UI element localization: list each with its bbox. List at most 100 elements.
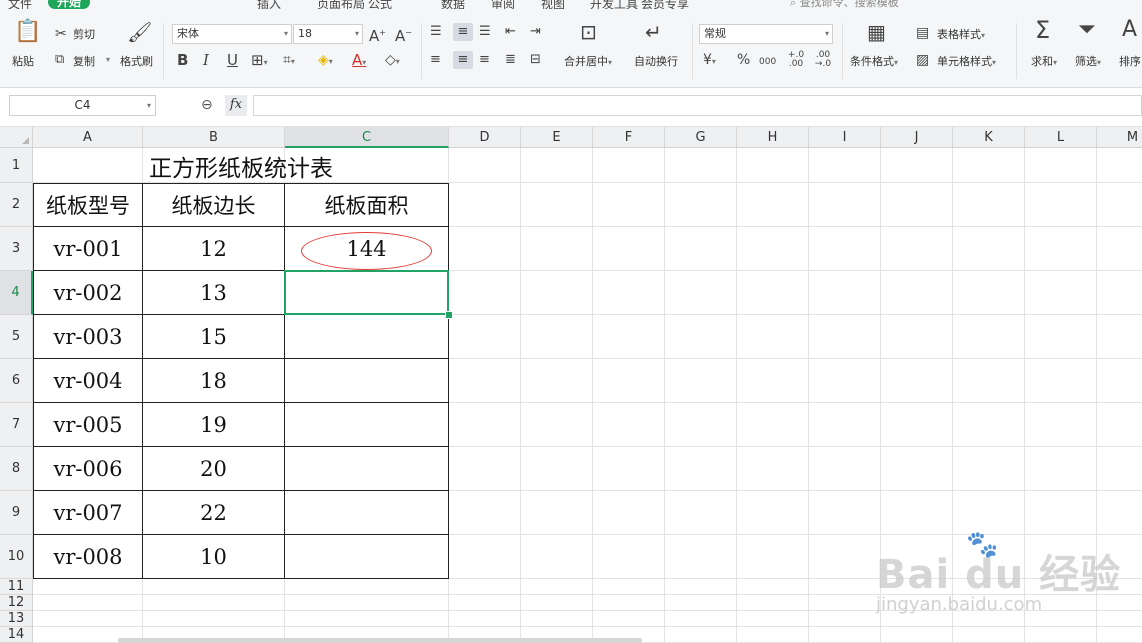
paste-icon[interactable]: 📋 — [14, 21, 42, 51]
table-style-icon[interactable]: ▤ — [916, 24, 929, 42]
decrease-decimal-button[interactable]: .00 →.0 — [812, 51, 834, 69]
table-cell[interactable]: 15 — [143, 315, 285, 359]
decrease-indent-icon[interactable]: ⇤ — [505, 23, 516, 41]
conditional-format-icon[interactable]: ▦ — [867, 22, 886, 42]
table-cell[interactable]: 22 — [143, 491, 285, 535]
row-header[interactable]: 4 — [0, 271, 33, 315]
align-center-icon[interactable]: ≡ — [453, 51, 473, 69]
table-cell[interactable] — [285, 447, 449, 491]
row-header[interactable]: 8 — [0, 447, 33, 491]
chevron-down-icon[interactable]: ▾ — [106, 55, 110, 64]
format-painter-icon[interactable]: 🖌 — [127, 22, 152, 42]
align-right-icon[interactable]: ≡ — [479, 51, 490, 69]
row-header[interactable]: 13 — [0, 611, 33, 627]
table-cell[interactable]: vr-007 — [33, 491, 143, 535]
number-format-select[interactable]: 常规 ▾ — [699, 24, 833, 44]
cell-style-button[interactable]: 单元格样式▾ — [937, 53, 996, 69]
column-header[interactable]: M — [1097, 127, 1142, 148]
row-header[interactable]: 11 — [0, 579, 33, 595]
scissors-icon[interactable]: ✂ — [55, 25, 67, 43]
align-middle-icon[interactable]: ≡ — [453, 23, 473, 41]
table-cell[interactable]: 18 — [143, 359, 285, 403]
row-header[interactable]: 6 — [0, 359, 33, 403]
column-header[interactable]: B — [143, 127, 285, 148]
increase-font-icon[interactable]: A+ — [369, 24, 386, 45]
table-cell[interactable] — [285, 359, 449, 403]
menu-tab[interactable]: 公式 — [368, 0, 392, 9]
sort-button[interactable]: 排序 — [1119, 53, 1141, 69]
row-header[interactable]: 5 — [0, 315, 33, 359]
row-header[interactable]: 9 — [0, 491, 33, 535]
table-cell[interactable]: 10 — [143, 535, 285, 579]
font-name-select[interactable]: 宋体 ▾ — [172, 24, 292, 44]
table-cell[interactable] — [285, 315, 449, 359]
filter-button[interactable]: 筛选▾ — [1075, 53, 1101, 69]
merge-center-button[interactable]: 合并居中▾ — [564, 53, 612, 69]
align-bottom-icon[interactable]: ☰ — [479, 23, 491, 41]
column-header[interactable]: G — [665, 127, 737, 148]
row-header[interactable]: 2 — [0, 183, 33, 227]
conditional-format-button[interactable]: 条件格式▾ — [850, 53, 898, 69]
name-box[interactable]: C4 ▾ — [9, 95, 156, 116]
table-style-button[interactable]: 表格样式▾ — [937, 26, 985, 42]
row-header[interactable]: 12 — [0, 595, 33, 611]
menu-tab[interactable]: 开始 — [48, 0, 91, 9]
menu-tab[interactable]: 视图 — [541, 0, 565, 9]
row-header[interactable]: 10 — [0, 535, 33, 579]
font-color-icon[interactable]: A▾ — [352, 51, 366, 72]
table-cell[interactable]: 12 — [143, 227, 285, 271]
font-size-select[interactable]: 18 ▾ — [293, 24, 363, 44]
table-title[interactable]: 正方形纸板统计表 — [33, 148, 449, 183]
fill-color-icon[interactable]: ◈▾ — [318, 51, 333, 71]
header-cell[interactable]: 纸板边长 — [143, 183, 285, 227]
borders-icon[interactable]: ⊞▾ — [251, 51, 268, 72]
table-cell[interactable]: vr-002 — [33, 271, 143, 315]
italic-button[interactable]: I — [203, 51, 209, 69]
column-header[interactable]: J — [881, 127, 953, 148]
menu-tab[interactable]: 审阅 — [491, 0, 515, 9]
menu-tab[interactable]: 开发工具 — [590, 0, 638, 9]
table-cell[interactable]: 13 — [143, 271, 285, 315]
wrap-text-button[interactable]: 自动换行 — [634, 53, 678, 69]
table-cell[interactable]: vr-001 — [33, 227, 143, 271]
merge-cells-icon[interactable]: ⊡ — [580, 22, 597, 42]
table-cell[interactable] — [285, 491, 449, 535]
thousands-button[interactable]: 000 — [759, 53, 776, 71]
fill-handle[interactable] — [445, 311, 453, 319]
row-header[interactable]: 1 — [0, 148, 33, 183]
cell-fill-style-icon[interactable]: ⌗▾ — [283, 51, 295, 71]
row-header[interactable]: 14 — [0, 627, 33, 643]
justify-icon[interactable]: ≣ — [505, 51, 516, 69]
column-header[interactable]: F — [593, 127, 665, 148]
underline-button[interactable]: U — [227, 51, 238, 69]
paste-button[interactable]: 粘贴 — [12, 53, 34, 69]
column-header[interactable]: A — [33, 127, 143, 148]
column-header[interactable]: I — [809, 127, 881, 148]
cell-style-icon[interactable]: ▨ — [916, 51, 929, 69]
align-left-icon[interactable]: ≡ — [430, 51, 441, 69]
currency-button[interactable]: ¥▾ — [703, 51, 716, 71]
table-cell[interactable]: vr-008 — [33, 535, 143, 579]
column-header[interactable]: C — [285, 127, 449, 148]
menu-tab[interactable]: 文件 — [8, 0, 32, 9]
formula-input[interactable] — [253, 95, 1142, 116]
column-header[interactable]: E — [521, 127, 593, 148]
table-cell[interactable] — [285, 403, 449, 447]
menu-tab[interactable]: 插入 — [257, 0, 281, 9]
zoom-icon[interactable]: ⊖ — [201, 97, 213, 113]
header-cell[interactable]: 纸板型号 — [33, 183, 143, 227]
decrease-font-icon[interactable]: A− — [395, 24, 412, 45]
table-cell[interactable]: 19 — [143, 403, 285, 447]
column-header[interactable]: D — [449, 127, 521, 148]
column-header[interactable]: L — [1025, 127, 1097, 148]
column-header[interactable]: K — [953, 127, 1025, 148]
column-header[interactable]: H — [737, 127, 809, 148]
header-cell[interactable]: 纸板面积 — [285, 183, 449, 227]
menu-tab[interactable]: 会员专享 — [641, 0, 689, 9]
bold-button[interactable]: B — [177, 51, 188, 69]
format-painter-button[interactable]: 格式刷 — [120, 53, 153, 69]
increase-indent-icon[interactable]: ⇥ — [530, 23, 541, 41]
table-cell[interactable]: vr-006 — [33, 447, 143, 491]
menu-tab[interactable]: 页面布局 — [317, 0, 365, 9]
row-header[interactable]: 7 — [0, 403, 33, 447]
